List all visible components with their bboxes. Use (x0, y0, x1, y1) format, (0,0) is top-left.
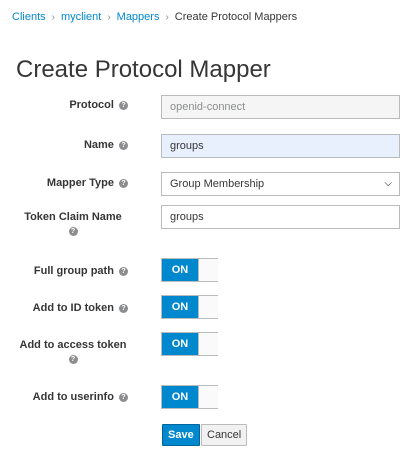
breadcrumb: Clients › myclient › Mappers › Create Protocol… (12, 11, 297, 23)
help-icon[interactable]: ? (119, 304, 128, 313)
add-to-id-token-toggle[interactable]: ON (161, 295, 218, 319)
chevron-down-icon: ⌵ (384, 178, 392, 189)
mapper-type-label-text: Mapper Type (46, 177, 114, 189)
add-to-userinfo-label: Add to userinfo ? (33, 391, 128, 403)
add-to-access-token-label-text: Add to access token (19, 339, 127, 351)
mapper-type-label: Mapper Type ? (47, 177, 128, 189)
mapper-type-select[interactable]: Group Membership ⌵ (161, 172, 400, 196)
help-icon[interactable]: ? (68, 227, 78, 236)
name-field[interactable]: groups (161, 134, 400, 158)
protocol-label: Protocol ? (69, 99, 128, 111)
breadcrumb-client-link[interactable]: myclient (61, 11, 101, 23)
add-to-access-token-toggle[interactable]: ON (161, 332, 218, 356)
name-label-text: Name (83, 139, 114, 151)
toggle-knob (198, 333, 218, 355)
breadcrumb-separator-icon: › (165, 12, 169, 23)
breadcrumb-mappers-link[interactable]: Mappers (117, 11, 160, 23)
protocol-label-text: Protocol (69, 99, 114, 111)
toggle-on-label: ON (162, 259, 198, 281)
help-icon[interactable]: ? (119, 179, 128, 188)
mapper-type-selected-value: Group Membership (170, 178, 265, 190)
toggle-on-label: ON (162, 333, 198, 355)
full-group-path-label-text: Full group path (33, 265, 114, 277)
toggle-on-label: ON (162, 296, 198, 318)
help-icon[interactable]: ? (119, 267, 128, 276)
breadcrumb-current: Create Protocol Mappers (174, 11, 298, 23)
name-label: Name ? (84, 139, 128, 151)
help-icon[interactable]: ? (119, 141, 128, 150)
toggle-knob (198, 259, 218, 281)
breadcrumb-separator-icon: › (107, 12, 111, 23)
full-group-path-label: Full group path ? (34, 265, 128, 277)
full-group-path-toggle[interactable]: ON (161, 258, 218, 282)
help-icon[interactable]: ? (119, 101, 128, 110)
add-to-id-token-label-text: Add to ID token (32, 302, 114, 314)
token-claim-name-label: Token Claim Name ? (18, 209, 128, 236)
protocol-field: openid-connect (161, 95, 400, 119)
toggle-on-label: ON (162, 386, 198, 408)
token-claim-name-field[interactable]: groups (161, 205, 400, 229)
breadcrumb-separator-icon: › (51, 12, 55, 23)
toggle-knob (198, 296, 218, 318)
page-title: Create Protocol Mapper (16, 56, 271, 83)
cancel-button[interactable]: Cancel (201, 424, 248, 446)
token-claim-name-label-text: Token Claim Name (24, 211, 122, 223)
help-icon[interactable]: ? (68, 355, 78, 364)
add-to-userinfo-toggle[interactable]: ON (161, 385, 218, 409)
breadcrumb-clients-link[interactable]: Clients (12, 11, 46, 23)
toggle-knob (198, 386, 218, 408)
save-button[interactable]: Save (162, 424, 200, 446)
add-to-access-token-label: Add to access token ? (18, 337, 128, 364)
add-to-id-token-label: Add to ID token ? (33, 302, 128, 314)
help-icon[interactable]: ? (119, 393, 128, 402)
add-to-userinfo-label-text: Add to userinfo (32, 391, 114, 403)
